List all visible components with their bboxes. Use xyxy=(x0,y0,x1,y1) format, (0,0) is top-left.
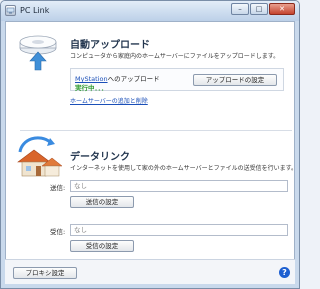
main-panel: 自動アップロード コンピュータから家庭内のホームサーバーにファイルをアップロード… xyxy=(5,21,297,284)
upload-settings-button[interactable]: アップロードの設定 xyxy=(193,74,277,86)
send-field[interactable]: なし xyxy=(70,180,288,192)
send-label: 送信: xyxy=(50,184,66,192)
send-settings-button[interactable]: 送信の設定 xyxy=(70,196,134,208)
receive-settings-button[interactable]: 受信の設定 xyxy=(70,240,134,252)
proxy-settings-button[interactable]: プロキシ設定 xyxy=(13,267,77,279)
minimize-button[interactable]: – xyxy=(231,3,249,15)
window-title: PC Link xyxy=(20,6,50,15)
auto-upload-description: コンピュータから家庭内のホームサーバーにファイルをアップロードします。 xyxy=(70,53,280,60)
maximize-button[interactable]: □ xyxy=(250,3,268,15)
upload-status-box: MyStationへのアップロード 実行中．．． アップロードの設定 xyxy=(70,68,284,92)
close-button[interactable]: ✕ xyxy=(269,3,295,15)
upload-server-icon xyxy=(16,34,60,74)
pc-link-window: PC Link – □ ✕ 自動アップロード コンピュータから家庭内のホームサー… xyxy=(0,0,300,289)
data-link-description: インターネットを使用して家の外のホームサーバーとファイルの送受信を行います。 xyxy=(70,165,297,172)
receive-field[interactable]: なし xyxy=(70,224,288,236)
title-bar[interactable]: PC Link – □ ✕ xyxy=(1,1,299,21)
add-remove-server-link[interactable]: ホームサーバーの追加と削除 xyxy=(70,96,148,105)
footer-bar: プロキシ設定 ? xyxy=(5,259,295,284)
data-link-heading: データリンク xyxy=(70,152,130,163)
data-link-house-icon xyxy=(14,136,63,180)
auto-upload-heading: 自動アップロード xyxy=(70,40,150,51)
receive-label: 受信: xyxy=(50,228,66,236)
pc-link-app-icon xyxy=(5,5,16,16)
section-divider xyxy=(20,130,292,131)
upload-target-suffix: へのアップロード xyxy=(107,75,160,83)
running-status: 実行中．．． xyxy=(75,84,108,92)
help-icon[interactable]: ? xyxy=(279,267,290,278)
